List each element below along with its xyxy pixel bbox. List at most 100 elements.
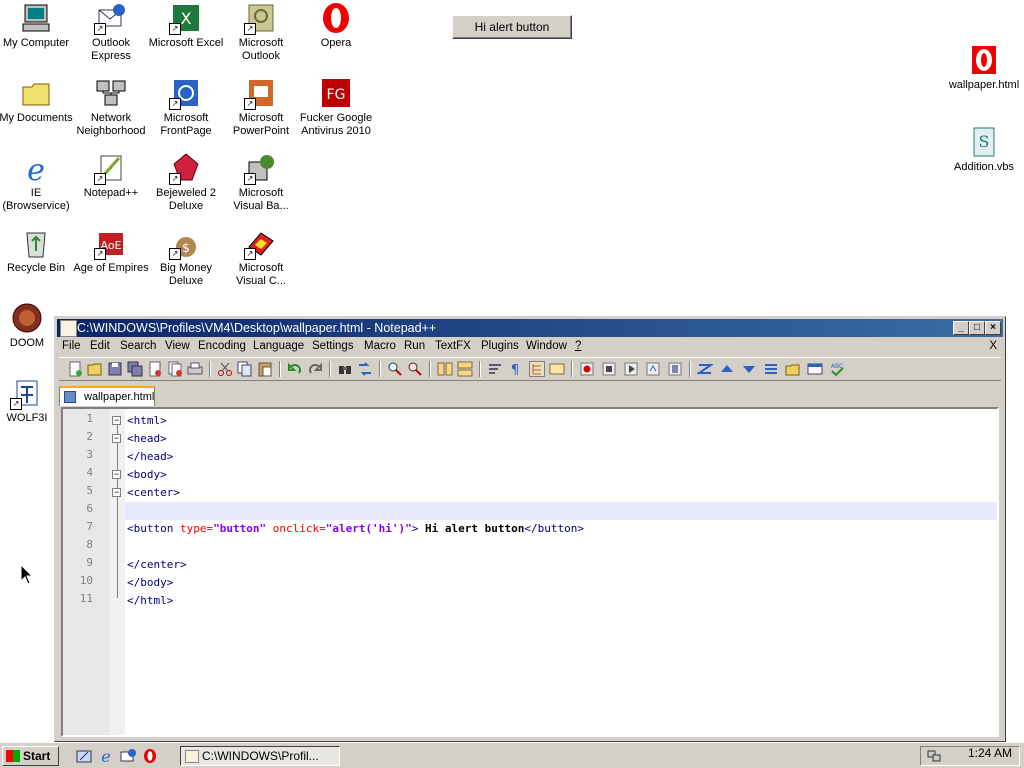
code-editor[interactable]: 1 2 3 4 5 6 7 8 9 10 11 − − − − <html> <… [61, 407, 999, 737]
menu-settings[interactable]: Settings [312, 340, 354, 352]
minimize-button[interactable]: _ [953, 321, 969, 335]
find-icon[interactable] [337, 361, 353, 377]
print-icon[interactable] [187, 361, 203, 377]
window-icon[interactable] [807, 361, 823, 377]
fold-toggle-icon[interactable]: − [112, 470, 121, 479]
menu-language[interactable]: Language [253, 340, 304, 352]
save-macro-icon[interactable] [667, 361, 683, 377]
code-text: </head> [127, 450, 174, 463]
menu-macro[interactable]: Macro [364, 340, 396, 352]
desktop-icon-ie[interactable]: e IE (Browservice) [0, 152, 74, 213]
close-document-button[interactable]: X [989, 340, 997, 352]
desktop-icon-label: Addition.vbs [954, 161, 1014, 173]
network-status-icon[interactable] [927, 749, 941, 763]
close-button[interactable]: × [985, 321, 1001, 335]
desktop-icon-big-money[interactable]: $ ↗ Big Money Deluxe [148, 227, 224, 288]
desktop-icon-wallpaper-html[interactable]: wallpaper.html [944, 44, 1024, 92]
fold-toggle-icon[interactable]: − [112, 416, 121, 425]
textfx-zip-icon[interactable] [763, 361, 779, 377]
window-title-bar[interactable]: C:\WINDOWS\Profiles\VM4\Desktop\wallpape… [57, 319, 1003, 337]
network-icon [95, 77, 127, 109]
desktop-icon-visual-basic[interactable]: ↗ Microsoft Visual Ba... [223, 152, 299, 213]
desktop-icon-my-documents[interactable]: My Documents [0, 77, 74, 125]
sync-vertical-icon[interactable] [437, 361, 453, 377]
ie-icon[interactable]: e [98, 747, 114, 766]
copy-icon[interactable] [237, 361, 253, 377]
clock[interactable]: 1:24 AM [968, 746, 1012, 760]
desktop-icon-doom[interactable]: DOOM [0, 302, 56, 350]
run-macro-multiple-icon[interactable] [645, 361, 661, 377]
menu-window[interactable]: Window [526, 340, 567, 352]
task-label: C:\WINDOWS\Profil... [202, 749, 319, 763]
menu-run[interactable]: Run [404, 340, 425, 352]
paste-icon[interactable] [257, 361, 273, 377]
redo-icon[interactable] [307, 361, 323, 377]
close-all-icon[interactable] [167, 361, 183, 377]
save-all-icon[interactable] [127, 361, 143, 377]
desktop-icon-visual-c[interactable]: ↗ Microsoft Visual C... [223, 227, 299, 288]
user-language-icon[interactable] [549, 361, 565, 377]
code-end-tag: </button> [524, 522, 584, 535]
menu-search[interactable]: Search [120, 340, 156, 352]
maximize-button[interactable]: □ [969, 321, 985, 335]
desktop-icon-outlook-express[interactable]: ↗ Outlook Express [73, 2, 149, 63]
tab-wallpaper-html[interactable]: wallpaper.html [59, 386, 155, 406]
desktop-icon-antivirus[interactable]: FG Fucker Google Antivirus 2010 [298, 77, 374, 138]
desktop-icon-microsoft-frontpage[interactable]: ↗ Microsoft FrontPage [148, 77, 224, 138]
desktop-icon-my-computer[interactable]: My Computer [0, 2, 74, 50]
desktop-icon-microsoft-powerpoint[interactable]: ↗ Microsoft PowerPoint [223, 77, 299, 138]
code-text: <body> [127, 468, 167, 481]
menu-plugins[interactable]: Plugins [481, 340, 519, 352]
menu-help[interactable]: ? [575, 340, 581, 352]
cut-icon[interactable] [217, 361, 233, 377]
save-icon[interactable] [107, 361, 123, 377]
desktop-icon-microsoft-outlook[interactable]: ↗ Microsoft Outlook [223, 2, 299, 63]
record-macro-icon[interactable] [579, 361, 595, 377]
menu-file[interactable]: File [62, 340, 81, 352]
opera-icon[interactable] [142, 748, 158, 764]
arrow-up-icon[interactable] [719, 361, 735, 377]
desktop-icon-opera[interactable]: Opera [298, 2, 374, 50]
new-file-icon[interactable] [67, 361, 83, 377]
desktop-icon-bejeweled[interactable]: ↗ Bejeweled 2 Deluxe [148, 152, 224, 213]
open-folder-icon[interactable] [785, 361, 801, 377]
textfx-sort-icon[interactable] [695, 361, 715, 377]
taskbar-notepadpp-button[interactable]: C:\WINDOWS\Profil... [180, 746, 340, 766]
close-file-icon[interactable] [147, 361, 163, 377]
desktop-icon-recycle-bin[interactable]: Recycle Bin [0, 227, 74, 275]
start-button[interactable]: Start [2, 746, 59, 766]
undo-icon[interactable] [287, 361, 303, 377]
show-desktop-icon[interactable] [76, 748, 92, 764]
show-all-chars-icon[interactable]: ¶ [507, 361, 523, 378]
replace-icon[interactable] [357, 361, 373, 377]
menu-edit[interactable]: Edit [90, 340, 110, 352]
antivirus-icon: FG [320, 77, 352, 109]
zoom-out-icon[interactable] [407, 361, 423, 377]
desktop-icon-wolf3d[interactable]: ↗ WOLF3I [0, 377, 56, 425]
stop-macro-icon[interactable] [601, 361, 617, 377]
current-line [125, 502, 997, 520]
arrow-down-icon[interactable] [741, 361, 757, 377]
toolbar-separator [379, 361, 381, 377]
zoom-in-icon[interactable] [387, 361, 403, 377]
desktop-icon-notepadpp[interactable]: ↗ Notepad++ [73, 152, 149, 200]
desktop-icon-addition-vbs[interactable]: S Addition.vbs [944, 126, 1024, 174]
play-macro-icon[interactable] [623, 361, 639, 377]
spell-check-icon[interactable]: ABC [829, 361, 845, 377]
menu-encoding[interactable]: Encoding [198, 340, 246, 352]
desktop-icon-network-neighborhood[interactable]: Network Neighborhood [73, 77, 149, 138]
desktop-icon-age-of-empires[interactable]: AoE ↗ Age of Empires [73, 227, 149, 275]
menu-view[interactable]: View [165, 340, 190, 352]
desktop-icon-microsoft-excel[interactable]: X ↗ Microsoft Excel [148, 2, 224, 50]
menu-textfx[interactable]: TextFX [435, 340, 471, 352]
outlook-express-icon[interactable] [120, 748, 136, 764]
sync-horizontal-icon[interactable] [457, 361, 473, 377]
indent-guide-icon[interactable] [529, 361, 545, 377]
fold-toggle-icon[interactable]: − [112, 434, 121, 443]
word-wrap-icon[interactable] [487, 361, 503, 377]
taskbar: Start e C:\WINDOWS\Profil... 1:24 AM [0, 742, 1024, 768]
fold-toggle-icon[interactable]: − [112, 488, 121, 497]
open-file-icon[interactable] [87, 361, 103, 377]
toolbar-separator [429, 361, 431, 377]
hi-alert-button[interactable]: Hi alert button [452, 15, 572, 39]
